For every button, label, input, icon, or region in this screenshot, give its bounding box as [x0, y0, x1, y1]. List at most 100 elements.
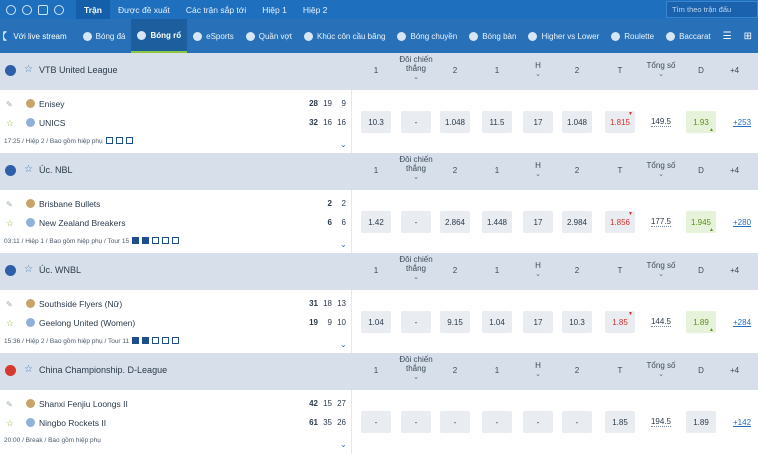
favorite-star-icon[interactable]: ☆: [6, 218, 14, 229]
nav-matches[interactable]: Trận: [76, 0, 110, 19]
chart-icon[interactable]: [115, 137, 123, 144]
pin-icon[interactable]: ✎: [6, 400, 13, 409]
odds-total[interactable]: 144.5: [646, 311, 676, 333]
more-markets-link[interactable]: +284: [733, 318, 751, 327]
live-stream-toggle[interactable]: [3, 31, 13, 41]
odds-t[interactable]: 1.856: [605, 211, 635, 233]
more-markets-link[interactable]: +253: [733, 118, 751, 127]
chart-icon[interactable]: [162, 337, 170, 344]
league-header[interactable]: ☆ VTB United League 1 Đôi chiến thắng ⌄ 2 …: [0, 53, 758, 90]
league-header[interactable]: ☆ Úc. WNBL 1 Đôi chiến thắng ⌄ 2 1 H ⌄ 2 T …: [0, 253, 758, 290]
chevron-down-icon[interactable]: ⌄: [518, 370, 558, 378]
odds-dc[interactable]: -: [401, 111, 431, 133]
stats-bar-icon[interactable]: [105, 137, 113, 144]
chevron-down-icon[interactable]: ⌄: [340, 140, 347, 149]
odds-d[interactable]: 1.945: [686, 211, 716, 233]
chevron-down-icon[interactable]: ⌄: [396, 173, 436, 182]
game-row[interactable]: ✎ ☆ Brisbane Bullets New Zealand Breaker…: [0, 190, 758, 254]
nav-recommended[interactable]: Được đề xuất: [110, 0, 178, 19]
sport-volleyball[interactable]: Bóng chuyền: [391, 19, 463, 53]
basketball-icon[interactable]: [22, 4, 32, 15]
odds-o2[interactable]: 2.864: [440, 211, 470, 233]
odds-h[interactable]: 17: [523, 211, 553, 233]
odds-h[interactable]: 17: [523, 311, 553, 333]
nav-half-1[interactable]: Hiệp 1: [254, 0, 295, 19]
sport-table-tennis[interactable]: Bóng bàn: [463, 19, 522, 53]
more-markets-link[interactable]: +142: [733, 418, 751, 427]
favorite-star-icon[interactable]: ☆: [24, 64, 33, 75]
odds-t[interactable]: 1.815: [605, 111, 635, 133]
gamepad-icon[interactable]: ⊞: [738, 31, 758, 42]
field-icon[interactable]: [142, 237, 150, 244]
pin-icon[interactable]: ✎: [6, 200, 13, 209]
odds-h[interactable]: 17: [523, 111, 553, 133]
game-info[interactable]: ✎ ☆ Brisbane Bullets New Zealand Breaker…: [0, 190, 352, 254]
game-info[interactable]: ✎ ☆ Enisey UNICS 28 19 9 32 16 16 17:25 / Hiệ…: [0, 90, 352, 154]
chevron-down-icon[interactable]: ⌄: [641, 370, 681, 378]
chevron-down-icon[interactable]: ⌄: [518, 70, 558, 78]
more-markets-link[interactable]: +280: [733, 218, 751, 227]
odds-dc[interactable]: -: [401, 311, 431, 333]
odds-dc[interactable]: -: [401, 211, 431, 233]
odds-t[interactable]: 1.85: [605, 311, 635, 333]
pin-icon[interactable]: ✎: [6, 100, 13, 109]
search-input[interactable]: Tìm theo trận đấu: [666, 1, 758, 18]
list-icon[interactable]: [125, 137, 133, 144]
favorite-star-icon[interactable]: ☆: [6, 418, 14, 429]
video-icon[interactable]: [132, 237, 140, 244]
odds-h1[interactable]: 1.04: [482, 311, 512, 333]
odds-h2[interactable]: -: [562, 411, 592, 433]
odds-h2[interactable]: 1.048: [562, 111, 592, 133]
list-icon[interactable]: [172, 237, 180, 244]
nav-upcoming[interactable]: Các trận sắp tới: [178, 0, 254, 19]
chevron-down-icon[interactable]: ⌄: [396, 73, 436, 82]
more-sports-menu-icon[interactable]: ☰: [717, 31, 738, 42]
chevron-down-icon[interactable]: ⌄: [340, 340, 347, 349]
chart-icon[interactable]: [162, 237, 170, 244]
game-info[interactable]: ✎ ☆ Southside Flyers (Nữ) Geelong United…: [0, 290, 352, 354]
favorite-star-icon[interactable]: ☆: [6, 118, 14, 129]
odds-o1[interactable]: -: [361, 411, 391, 433]
odds-o1[interactable]: 10.3: [361, 111, 391, 133]
chevron-down-icon[interactable]: ⌄: [641, 170, 681, 178]
odds-h1[interactable]: -: [482, 411, 512, 433]
chevron-down-icon[interactable]: ⌄: [396, 273, 436, 282]
favorite-star-icon[interactable]: ☆: [24, 364, 33, 375]
odds-h1[interactable]: 1.448: [482, 211, 512, 233]
favorite-star-icon[interactable]: ☆: [24, 164, 33, 175]
odds-total[interactable]: 177.5: [646, 211, 676, 233]
chevron-down-icon[interactable]: ⌄: [641, 270, 681, 278]
odds-d[interactable]: 1.89: [686, 311, 716, 333]
stats-bar-icon[interactable]: [152, 237, 160, 244]
pin-icon[interactable]: ✎: [6, 300, 13, 309]
game-info[interactable]: ✎ ☆ Shanxi Fenjiu Loongs II Ningbo Rocke…: [0, 390, 352, 454]
chevron-down-icon[interactable]: ⌄: [641, 70, 681, 78]
odds-total[interactable]: 149.5: [646, 111, 676, 133]
chevron-down-icon[interactable]: ⌄: [518, 170, 558, 178]
sport-ice-hockey[interactable]: Khúc côn cầu băng: [298, 19, 392, 53]
sport-esports[interactable]: eSports: [187, 19, 240, 53]
list-icon[interactable]: [172, 337, 180, 344]
odds-d[interactable]: 1.93: [686, 111, 716, 133]
odds-h2[interactable]: 10.3: [562, 311, 592, 333]
stats-bar-icon[interactable]: [152, 337, 160, 344]
game-row[interactable]: ✎ ☆ Enisey UNICS 28 19 9 32 16 16 17:25 / Hiệ…: [0, 90, 758, 154]
sport-basketball[interactable]: Bóng rổ: [131, 19, 188, 53]
sport-tennis[interactable]: Quần vợt: [240, 19, 298, 53]
game-row[interactable]: ✎ ☆ Shanxi Fenjiu Loongs II Ningbo Rocke…: [0, 390, 758, 454]
odds-h[interactable]: -: [523, 411, 553, 433]
chevron-down-icon[interactable]: ⌄: [340, 440, 347, 449]
odds-dc[interactable]: -: [401, 411, 431, 433]
cards-icon[interactable]: [38, 4, 48, 15]
favorite-star-icon[interactable]: ☆: [24, 264, 33, 275]
chevron-down-icon[interactable]: ⌄: [518, 270, 558, 278]
favorite-star-icon[interactable]: ☆: [6, 318, 14, 329]
odds-t[interactable]: 1.85: [605, 411, 635, 433]
field-icon[interactable]: [142, 337, 150, 344]
chevron-down-icon[interactable]: ⌄: [340, 240, 347, 249]
odds-d[interactable]: 1.89: [686, 411, 716, 433]
game-row[interactable]: ✎ ☆ Southside Flyers (Nữ) Geelong United…: [0, 290, 758, 354]
sport-football[interactable]: Bóng đá: [77, 19, 132, 53]
nav-half-2[interactable]: Hiệp 2: [295, 0, 336, 19]
odds-o1[interactable]: 1.42: [361, 211, 391, 233]
